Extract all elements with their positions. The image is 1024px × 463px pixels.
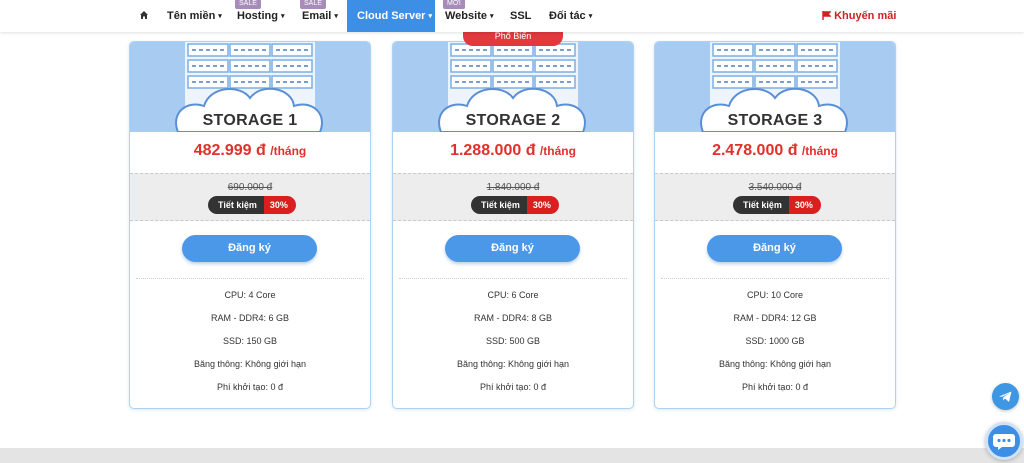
nav-item-partners[interactable]: Đối tác ▾ xyxy=(549,0,592,32)
spec-ram: RAM - DDR4: 6 GB xyxy=(210,313,289,323)
nav-item-label: Email xyxy=(302,10,332,22)
divider xyxy=(399,278,627,279)
price-period: /tháng xyxy=(270,144,307,158)
spec-cpu: CPU: 6 Core xyxy=(487,290,539,300)
spec-bandwidth: Băng thông: Không giới hạn xyxy=(194,359,306,369)
spec-setup-fee: Phí khởi tạo: 0 đ xyxy=(480,382,546,392)
discount-strip: 3.540.000 đ Tiết kiệm 30% xyxy=(655,173,895,221)
spec-setup-fee: Phí khởi tạo: 0 đ xyxy=(217,382,283,392)
plan-price: 482.999 đ /tháng xyxy=(130,142,370,160)
nav-item-label: Đối tác xyxy=(549,10,586,22)
sale-badge: SALE xyxy=(235,0,261,9)
nav-item-email[interactable]: SALE Email ▾ xyxy=(300,0,338,32)
nav-item-ssl[interactable]: SSL xyxy=(510,0,531,32)
nav-item-label: Website xyxy=(445,10,487,22)
spec-cpu: CPU: 4 Core xyxy=(224,290,276,300)
plan-name: STORAGE 3 xyxy=(727,112,823,129)
savings-percent: 30% xyxy=(526,196,559,214)
plan-price: 1.288.000 đ /tháng xyxy=(393,142,633,160)
new-badge: MỚI xyxy=(443,0,465,9)
plan-price: 2.478.000 đ /tháng xyxy=(655,142,895,160)
chat-button[interactable] xyxy=(985,422,1023,460)
price-period: /tháng xyxy=(801,144,838,158)
spec-setup-fee: Phí khởi tạo: 0 đ xyxy=(742,382,808,392)
plan-card-storage-1: STORAGE 1 482.999 đ /tháng 690.000 đ Tiế… xyxy=(129,41,371,409)
price-amount: 482.999 đ xyxy=(193,142,266,159)
chevron-down-icon: ▾ xyxy=(334,13,338,20)
chevron-down-icon: ▾ xyxy=(428,13,432,20)
sale-badge: SALE xyxy=(300,0,326,9)
promo-label: Khuyến mãi xyxy=(834,10,897,22)
old-price: 690.000 đ xyxy=(227,182,273,193)
spec-bandwidth: Băng thông: Không giới hạn xyxy=(719,359,831,369)
plan-card-storage-2: STORAGE 2 1.288.000 đ /tháng 1.840.000 đ… xyxy=(392,41,634,409)
old-price: 1.840.000 đ xyxy=(486,182,540,193)
divider xyxy=(661,278,889,279)
nav-promo-link[interactable]: Khuyến mãi xyxy=(822,0,896,32)
chevron-down-icon: ▾ xyxy=(218,13,222,20)
plan-name: STORAGE 2 xyxy=(465,112,561,129)
savings-badge: Tiết kiệm 30% xyxy=(471,196,559,214)
savings-label: Tiết kiệm xyxy=(471,196,527,214)
nav-item-label: SSL xyxy=(510,10,532,22)
savings-label: Tiết kiệm xyxy=(733,196,789,214)
plan-card-storage-3: STORAGE 3 2.478.000 đ /tháng 3.540.000 đ… xyxy=(654,41,896,409)
plan-name: STORAGE 1 xyxy=(202,112,298,129)
spec-bandwidth: Băng thông: Không giới hạn xyxy=(457,359,569,369)
nav-item-domains[interactable]: Tên miền ▾ xyxy=(167,0,222,32)
nav-item-website[interactable]: MỚI Website ▾ xyxy=(443,0,494,32)
divider xyxy=(136,278,364,279)
chevron-down-icon: ▾ xyxy=(489,13,494,20)
popular-ribbon: Phổ Biến xyxy=(463,30,563,46)
spec-ssd: SSD: 1000 GB xyxy=(745,336,805,346)
price-amount: 2.478.000 đ xyxy=(712,142,798,159)
savings-badge: Tiết kiệm 30% xyxy=(733,196,821,214)
spec-ram: RAM - DDR4: 8 GB xyxy=(473,313,552,323)
register-button[interactable]: Đăng ký xyxy=(707,235,842,262)
nav-item-label: Hosting xyxy=(237,10,278,22)
top-navigation: Tên miền ▾ SALE Hosting ▾ SALE Email ▾ Clou… xyxy=(0,0,1024,32)
home-icon[interactable] xyxy=(139,10,149,20)
price-amount: 1.288.000 đ xyxy=(450,142,536,159)
nav-item-label: Tên miền xyxy=(167,10,216,22)
chat-icon xyxy=(993,434,1015,450)
chevron-down-icon: ▾ xyxy=(280,13,285,20)
footer-band xyxy=(0,448,1024,463)
savings-badge: Tiết kiệm 30% xyxy=(208,196,296,214)
nav-item-cloud-server[interactable]: Cloud Server ▾ xyxy=(347,0,435,32)
discount-strip: 1.840.000 đ Tiết kiệm 30% xyxy=(393,173,633,221)
savings-percent: 30% xyxy=(788,196,821,214)
price-period: /tháng xyxy=(539,144,576,158)
telegram-button[interactable] xyxy=(992,383,1019,410)
telegram-icon xyxy=(999,391,1012,402)
register-button[interactable]: Đăng ký xyxy=(182,235,317,262)
chevron-down-icon: ▾ xyxy=(588,13,593,20)
old-price: 3.540.000 đ xyxy=(748,182,802,193)
flag-icon xyxy=(822,11,832,20)
discount-strip: 690.000 đ Tiết kiệm 30% xyxy=(130,173,370,221)
nav-item-hosting[interactable]: SALE Hosting ▾ xyxy=(235,0,285,32)
spec-ssd: SSD: 500 GB xyxy=(485,336,541,346)
savings-percent: 30% xyxy=(263,196,296,214)
spec-ram: RAM - DDR4: 12 GB xyxy=(733,313,817,323)
savings-label: Tiết kiệm xyxy=(208,196,264,214)
nav-item-label: Cloud Server xyxy=(357,10,426,22)
spec-ssd: SSD: 150 GB xyxy=(222,336,278,346)
register-button[interactable]: Đăng ký xyxy=(445,235,580,262)
spec-cpu: CPU: 10 Core xyxy=(746,290,804,300)
